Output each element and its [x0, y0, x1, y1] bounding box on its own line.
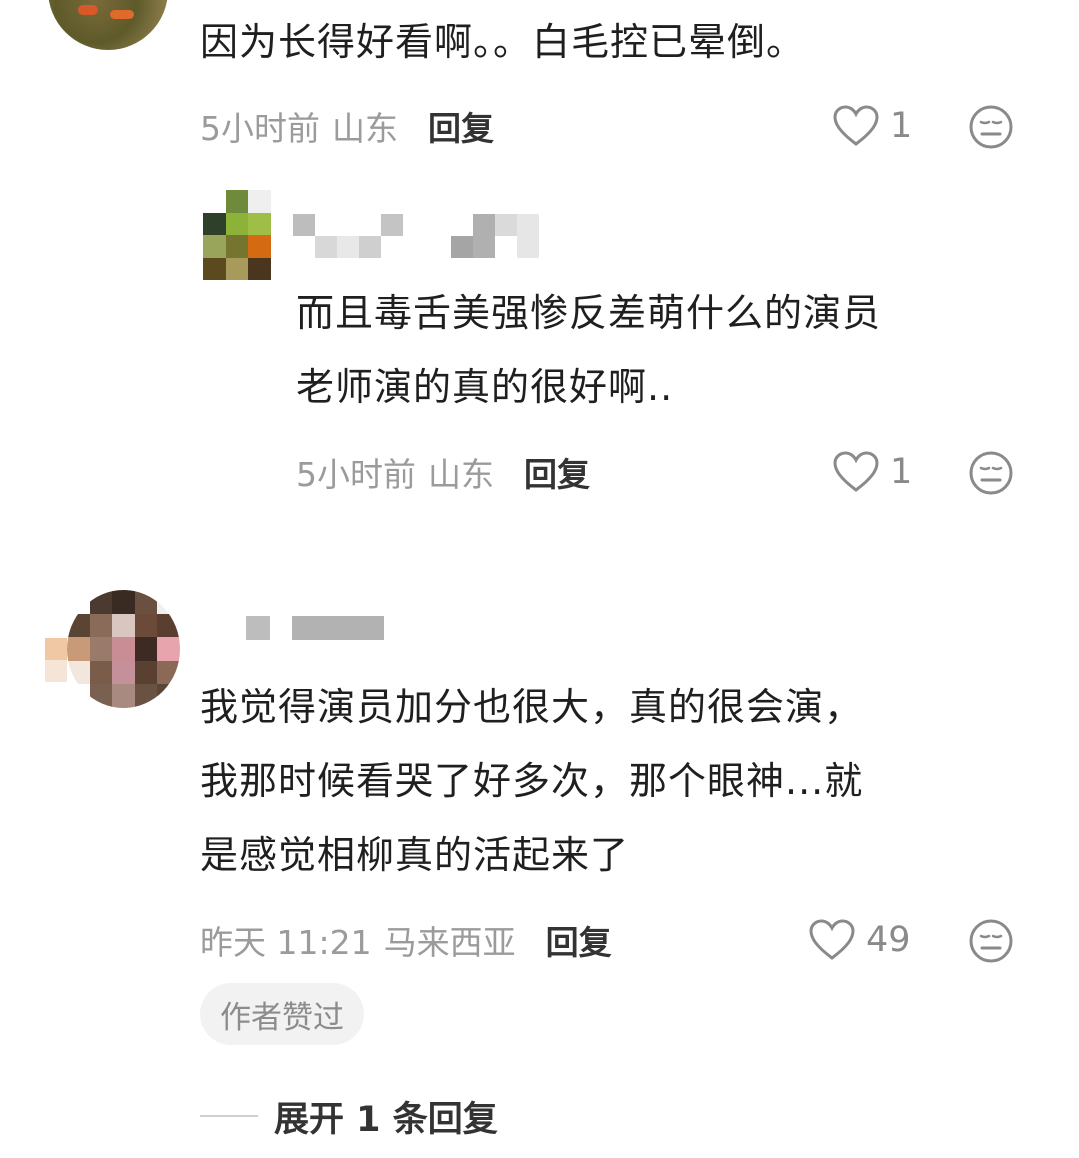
comment-3-location: 马来西亚: [383, 923, 516, 962]
comment-1-reply-button[interactable]: 回复: [428, 102, 494, 150]
heart-outline-icon: [833, 105, 879, 146]
comment-2-username-blurred[interactable]: [293, 214, 543, 258]
comment-3-text-line2: 我那时候看哭了好多次，那个眼神...就: [200, 759, 864, 803]
heart-outline-icon: [809, 919, 855, 960]
comment-2-text: 而且毒舌美强惨反差萌什么的演员 老师演的真的很好啊..: [296, 276, 1036, 424]
comment-1-location: 山东: [332, 109, 398, 148]
comment-1-meta: 5小时前 山东 回复: [200, 100, 494, 152]
comment-1-time: 5小时前: [200, 109, 320, 148]
comment-2-like-count: 1: [890, 452, 913, 492]
comment-1-dislike-button[interactable]: [968, 104, 1014, 150]
comment-3-username-blurred[interactable]: [246, 616, 386, 640]
expand-replies-label: 展开 1 条回复: [274, 1099, 498, 1140]
meh-face-icon: [969, 451, 1013, 495]
comment-3-text-line3: 是感觉相柳真的活起来了: [200, 833, 630, 877]
comment-3-like-button[interactable]: 49: [808, 914, 911, 966]
heart-outline-icon: [833, 451, 879, 492]
comment-3-dislike-button[interactable]: [968, 918, 1014, 964]
meh-face-icon: [969, 919, 1013, 963]
comment-3-reply-button[interactable]: 回复: [546, 916, 612, 964]
comment-2-location: 山东: [428, 455, 494, 494]
comment-3-text-line1: 我觉得演员加分也很大，真的很会演，: [200, 685, 864, 729]
expand-replies-button[interactable]: 展开 1 条回复: [200, 1088, 498, 1144]
author-liked-badge: 作者赞过: [200, 983, 364, 1045]
comment-2-like-button[interactable]: 1: [832, 446, 912, 498]
comment-2-text-line1: 而且毒舌美强惨反差萌什么的演员: [296, 291, 882, 335]
comment-3-avatar[interactable]: [45, 590, 180, 710]
comment-2-text-line2: 老师演的真的很好啊..: [296, 365, 674, 409]
comment-2-dislike-button[interactable]: [968, 450, 1014, 496]
expand-divider-line: [200, 1115, 258, 1117]
comment-2-time: 5小时前: [296, 455, 416, 494]
comment-3-meta: 昨天 11:21 马来西亚 回复: [200, 914, 612, 966]
author-liked-badge-label: 作者赞过: [220, 999, 344, 1036]
comment-3-like-count: 49: [866, 920, 911, 960]
comment-2-reply-button[interactable]: 回复: [524, 448, 590, 496]
comment-3-time: 昨天 11:21: [200, 923, 372, 962]
comment-2-meta: 5小时前 山东 回复: [296, 446, 590, 498]
comment-1-avatar[interactable]: [48, 0, 168, 50]
comment-2-avatar[interactable]: [203, 190, 271, 280]
comment-3-text: 我觉得演员加分也很大，真的很会演， 我那时候看哭了好多次，那个眼神...就 是感…: [200, 670, 1040, 892]
comment-1-like-count: 1: [890, 106, 913, 146]
comment-1-like-button[interactable]: 1: [832, 100, 912, 152]
meh-face-icon: [969, 105, 1013, 149]
comment-1-text: 因为长得好看啊。。白毛控已晕倒。: [200, 20, 806, 64]
